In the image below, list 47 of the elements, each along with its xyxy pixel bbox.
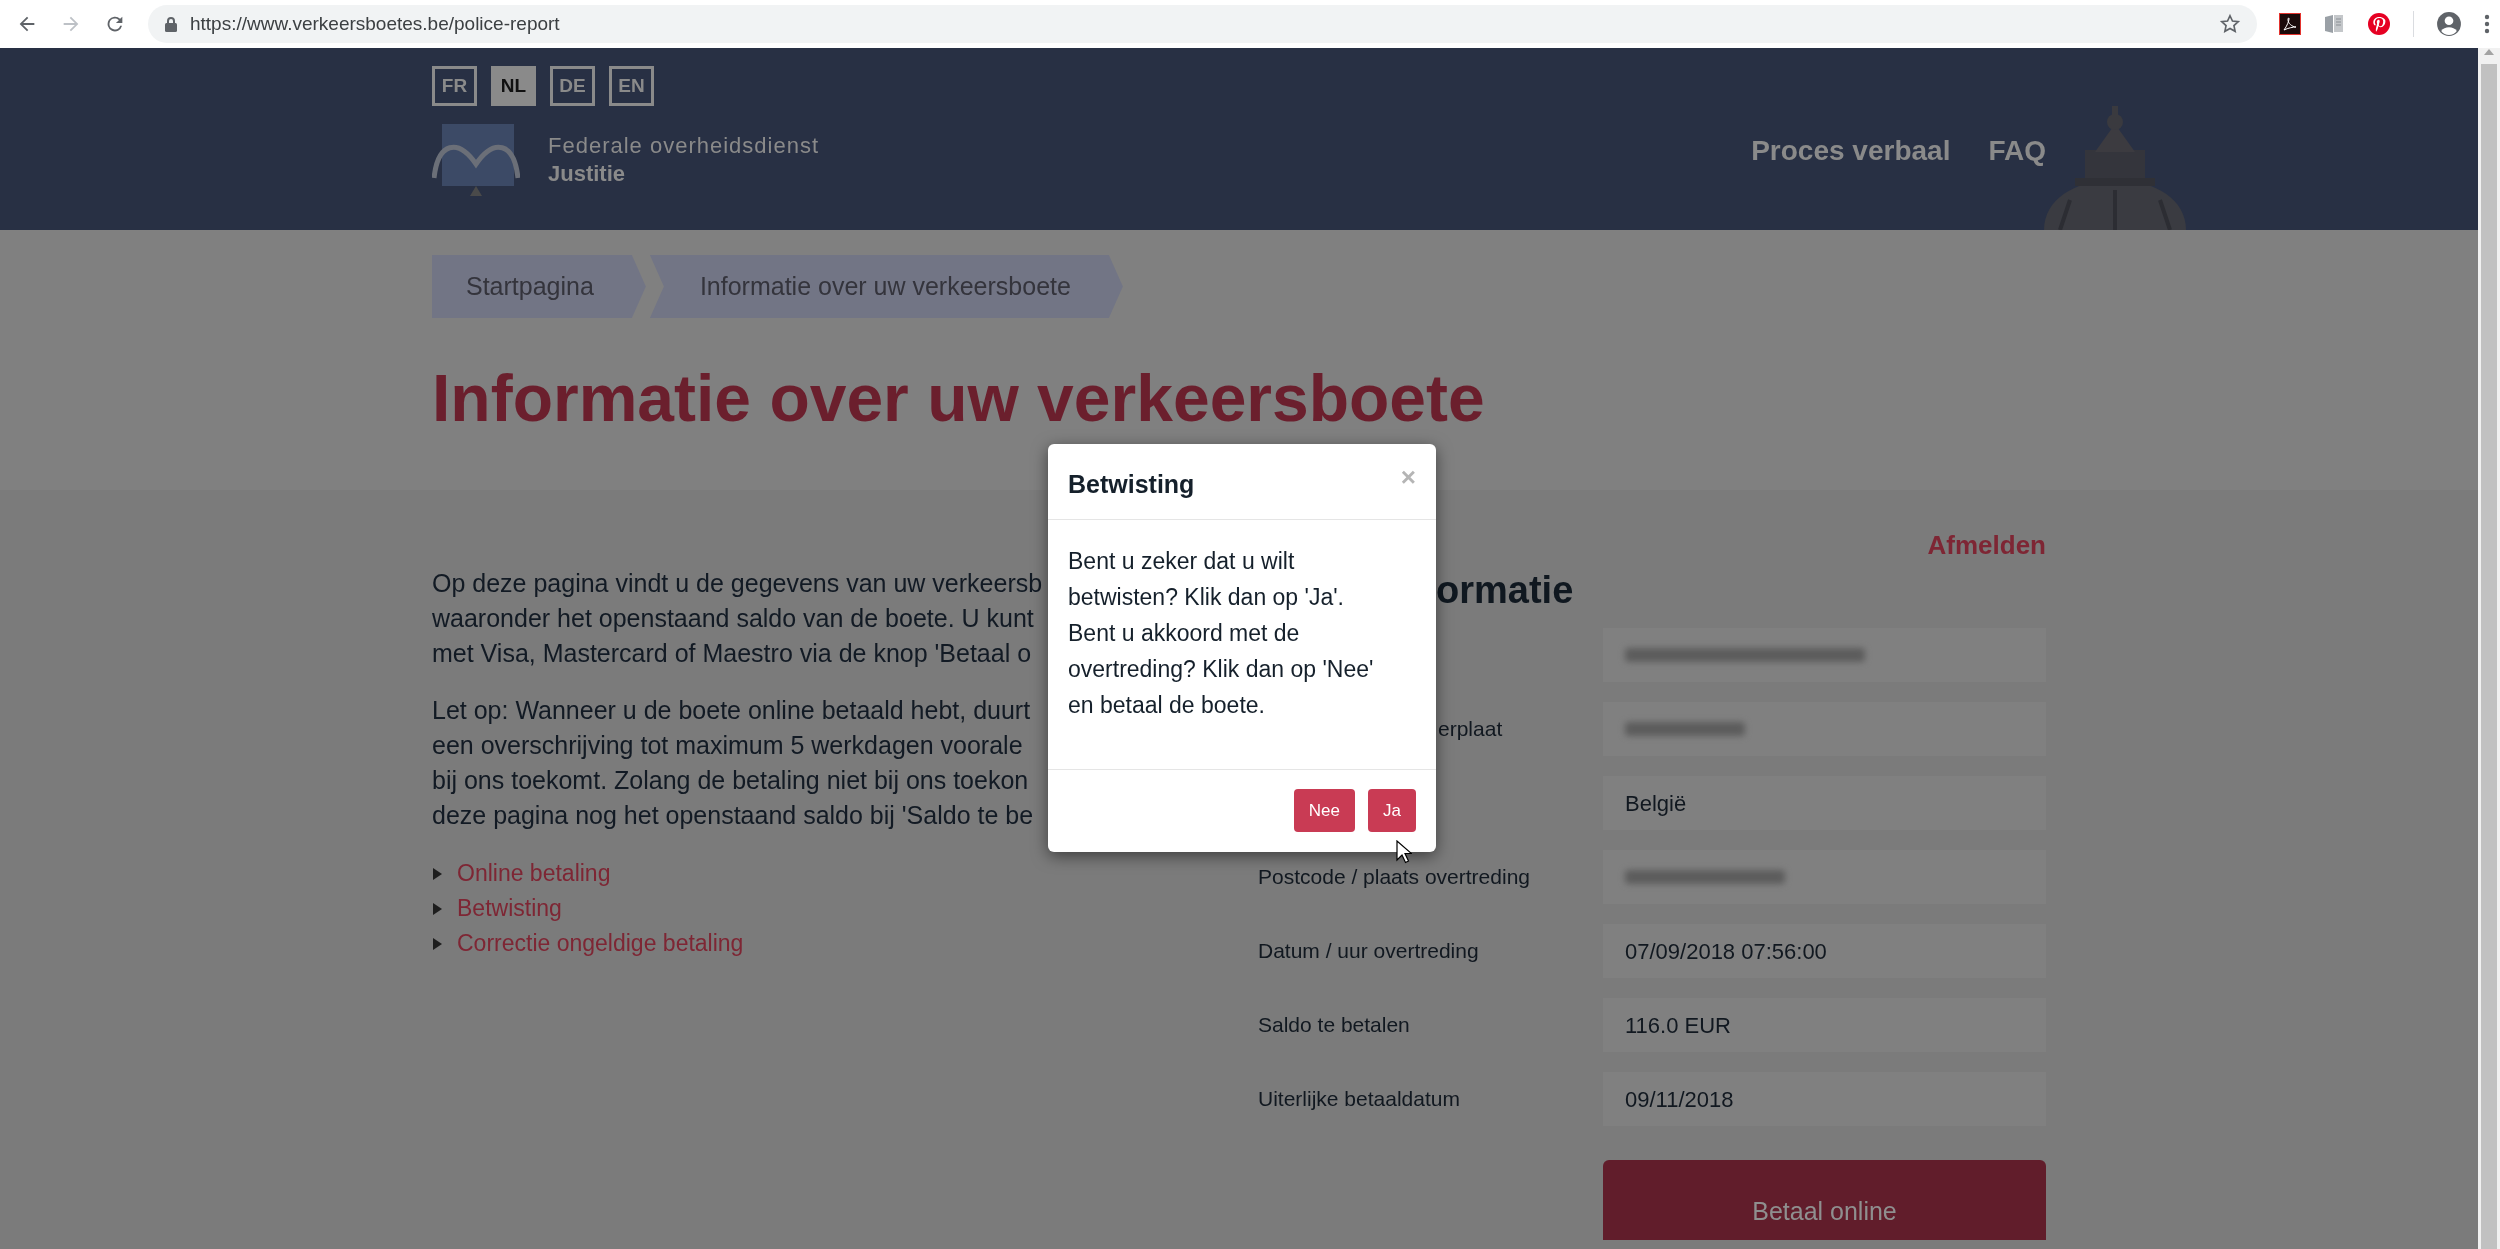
field-label: Saldo te betalen — [1258, 1013, 1410, 1037]
paragraph: Let op: Wanneer u de boete online betaald hebt, duurt een overschrijving tot maximum 5 werkdagen voorale bij ons toekomt. Zolang de betaling niet bij ons toekon deze pagina nog het openstaand saldo bij 'Saldo te be — [432, 695, 1034, 831]
field-value: 116.0 EUR — [1625, 1011, 1731, 1040]
section-heading: ormatie — [1436, 568, 1575, 612]
expand-triangle-icon[interactable] — [432, 866, 443, 881]
lock-icon — [164, 16, 178, 32]
field-value: België — [1625, 789, 1687, 818]
nav-link[interactable]: Proces verbaal — [1751, 130, 1951, 172]
breadcrumb-item[interactable]: Informatie over uw verkeersboete — [649, 255, 1123, 318]
star-icon[interactable] — [2219, 13, 2241, 35]
language-tab[interactable]: DE — [550, 66, 595, 106]
breadcrumb-item[interactable]: Startpagina — [432, 255, 646, 318]
address-bar[interactable]: https://www.verkeersboetes.be/police-report — [148, 5, 2257, 43]
language-tab[interactable]: EN — [609, 66, 654, 106]
dialog-button[interactable]: Ja — [1368, 789, 1416, 832]
pdf-extension-icon[interactable] — [2279, 13, 2301, 35]
document-extension-icon[interactable] — [2323, 13, 2345, 35]
logo-text: Federale overheidsdienst — [548, 132, 820, 160]
field-value: 09/11/2018 — [1625, 1085, 1734, 1114]
dialog-message: Bent u zeker dat u wilt betwisten? Klik dan op 'Ja'. Bent u akkoord met de overtreding? Klik dan op 'Nee' en betaal de boete. — [1068, 547, 1375, 720]
dialog-button[interactable]: Nee — [1293, 789, 1356, 832]
menu-icon[interactable] — [2484, 13, 2490, 35]
field-label: Postcode / plaats overtreding — [1258, 865, 1530, 889]
field-label: erplaat — [1438, 717, 1503, 741]
dialog-title: Betwisting — [1068, 469, 1195, 500]
collapsible-link[interactable]: Betwisting — [457, 894, 562, 923]
paragraph: Op deze pagina vindt u de gegevens van uw verkeersb waaronder het openstaand saldo van de boete. U kunt met Visa, Mastercard of Maestro via de knop 'Betaal o — [432, 568, 1043, 669]
collapsible-link[interactable]: Online betaling — [457, 859, 611, 888]
scrollbar[interactable] — [2478, 48, 2500, 1249]
collapsible-link[interactable]: Correctie ongeldige betaling — [457, 929, 744, 958]
field-label: Uiterlijke betaaldatum — [1258, 1087, 1460, 1111]
language-tab[interactable]: NL — [491, 66, 536, 106]
expand-triangle-icon[interactable] — [432, 901, 443, 916]
field-label: Datum / uur overtreding — [1258, 939, 1479, 963]
close-button[interactable]: × — [1400, 466, 1416, 488]
nav-link[interactable]: FAQ — [1988, 130, 2046, 172]
logout-link[interactable]: Afmelden — [1927, 528, 2046, 562]
logo-icon[interactable] — [432, 124, 520, 196]
logo-text: Justitie — [548, 160, 627, 188]
field-value: 07/09/2018 07:56:00 — [1625, 937, 1827, 966]
url-text: https://www.verkeersboetes.be/police-report — [190, 11, 561, 36]
pinterest-icon[interactable] — [2367, 12, 2391, 36]
profile-icon[interactable] — [2436, 11, 2462, 37]
pay-online-button[interactable]: Betaal online — [1603, 1160, 2046, 1240]
language-tab[interactable]: FR — [432, 66, 477, 106]
expand-triangle-icon[interactable] — [432, 936, 443, 951]
page-title: Informatie over uw verkeersboete — [432, 360, 1486, 437]
